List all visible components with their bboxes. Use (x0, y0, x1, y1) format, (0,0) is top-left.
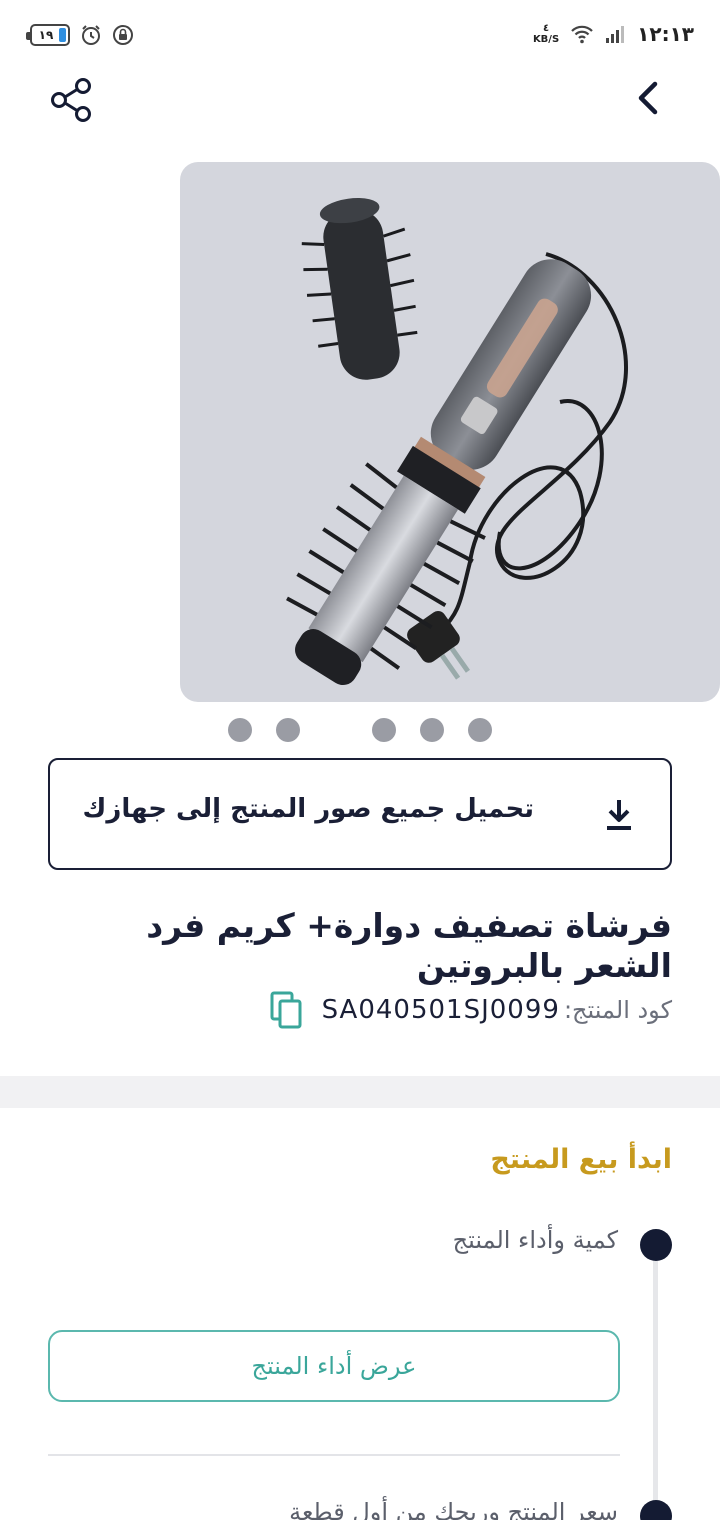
network-speed: ٤ KB/S (533, 23, 559, 45)
battery-level: ١٩ (38, 28, 54, 42)
pagination-dot[interactable] (276, 718, 300, 742)
download-icon (607, 800, 631, 830)
chevron-left-icon[interactable] (628, 76, 672, 120)
pagination-dot[interactable] (228, 718, 252, 742)
product-image[interactable] (180, 162, 720, 702)
step-label-price: سعر المنتج وربحك من أول قطعة (289, 1498, 618, 1520)
pagination-dot[interactable] (372, 718, 396, 742)
product-page: ١٩ ٤ KB/S ١٢:١٣ تحميل جميع صور المنتج إل… (0, 0, 720, 1520)
status-right: ٤ KB/S ١٢:١٣ (533, 22, 694, 46)
product-title: فرشاة تصفيف دوارة+ كريم فرد الشعر بالبرو… (146, 906, 672, 985)
signal-icon (606, 26, 625, 43)
network-speed-value: ٤ (543, 23, 550, 34)
alarm-icon (82, 25, 100, 45)
view-performance-button[interactable]: عرض أداء المنتج (48, 1330, 620, 1402)
divider-line (48, 1454, 620, 1456)
lock-icon (113, 25, 133, 45)
product-photo (286, 197, 628, 686)
status-left: ١٩ (26, 24, 134, 46)
timeline-step-dot (640, 1500, 672, 1520)
timeline-line (653, 1250, 658, 1520)
pagination-dot[interactable] (468, 718, 492, 742)
copy-icon[interactable] (270, 991, 304, 1029)
share-icon[interactable] (48, 76, 96, 124)
status-bar: ١٩ ٤ KB/S ١٢:١٣ (0, 0, 720, 76)
timeline-step-dot (640, 1229, 672, 1261)
section-divider (0, 1076, 720, 1108)
product-code-value: SA040501SJ0099 (321, 995, 560, 1025)
pagination-dot[interactable] (420, 718, 444, 742)
wifi-icon (571, 25, 593, 44)
network-speed-unit: KB/S (532, 34, 560, 45)
gallery-pagination (0, 718, 720, 744)
download-images-button[interactable]: تحميل جميع صور المنتج إلى جهازك (48, 758, 672, 870)
download-images-label: تحميل جميع صور المنتج إلى جهازك (82, 794, 534, 824)
step-label-performance: كمية وأداء المنتج (452, 1226, 618, 1254)
clock: ١٢:١٣ (637, 22, 694, 46)
battery-indicator: ١٩ (26, 24, 70, 46)
view-performance-label: عرض أداء المنتج (251, 1352, 417, 1380)
product-code-row: كود المنتج: SA040501SJ0099 (270, 990, 672, 1030)
sell-section-heading: ابدأ بيع المنتج (490, 1144, 672, 1175)
product-code-label: كود المنتج: (563, 996, 672, 1024)
